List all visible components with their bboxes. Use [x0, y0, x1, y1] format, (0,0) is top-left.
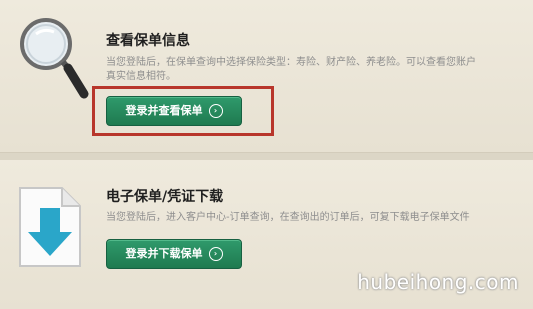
section1-title: 查看保单信息 [106, 33, 190, 49]
section1-description-cont: 真实信息相符。 [106, 71, 176, 82]
login-download-policy-label: 登录并下载保单 [125, 247, 203, 260]
arrow-right-icon: › [208, 247, 223, 261]
magnifier-icon [20, 18, 89, 99]
section2-description: 当您登陆后，进入客户中心-订单查询，在查询出的订单后，可复下载电子保单文件 [106, 212, 470, 223]
login-view-policy-label: 登录并查看保单 [125, 104, 203, 117]
section2-title: 电子保单/凭证下载 [106, 189, 224, 205]
watermark-text: hubeihong.com [357, 270, 519, 294]
download-document-icon [19, 187, 81, 267]
login-view-policy-button[interactable]: 登录并查看保单 › [106, 96, 242, 126]
arrow-right-icon: › [208, 104, 223, 118]
login-download-policy-button[interactable]: 登录并下载保单 › [106, 239, 242, 269]
